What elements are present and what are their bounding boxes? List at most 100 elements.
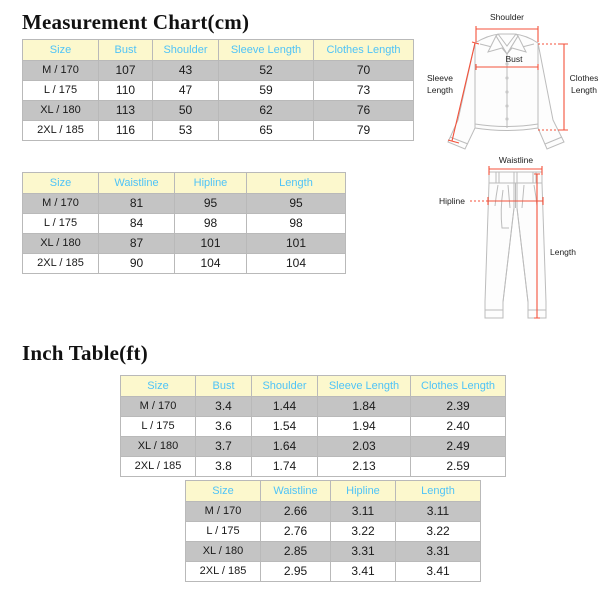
cell-length: 101 bbox=[246, 233, 346, 254]
cell-shoulder: 47 bbox=[152, 80, 219, 101]
cell-size: L / 175 bbox=[22, 80, 99, 101]
cell-size: 2XL / 185 bbox=[185, 561, 261, 582]
sleeve-length-label-line1: Sleeve bbox=[427, 73, 453, 83]
page-title-cm: Measurement Chart(cm) bbox=[22, 10, 250, 34]
cell-waistline: 87 bbox=[98, 233, 175, 254]
column-header-size: Size bbox=[120, 375, 196, 397]
measurement-table-cm-tops: Size Bust Shoulder Sleeve Length Clothes… bbox=[22, 39, 414, 141]
cell-hipline: 104 bbox=[174, 253, 247, 274]
cell-clothes-length: 2.49 bbox=[410, 436, 506, 457]
cell-clothes-length: 76 bbox=[313, 100, 414, 121]
cell-sleeve-length: 1.84 bbox=[317, 396, 411, 417]
cell-bust: 3.4 bbox=[195, 396, 252, 417]
cell-waistline: 81 bbox=[98, 193, 175, 214]
column-header-clothes-length: Clothes Length bbox=[313, 39, 414, 61]
cell-size: XL / 180 bbox=[22, 100, 99, 121]
cell-sleeve-length: 52 bbox=[218, 60, 314, 81]
column-header-sleeve-length: Sleeve Length bbox=[317, 375, 411, 397]
cell-clothes-length: 2.40 bbox=[410, 416, 506, 437]
measurement-table-ft-tops: Size Bust Shoulder Sleeve Length Clothes… bbox=[120, 375, 506, 477]
cell-sleeve-length: 65 bbox=[218, 120, 314, 141]
bust-label: Bust bbox=[505, 54, 523, 64]
table-row: L / 175 2.76 3.22 3.22 bbox=[185, 521, 481, 542]
shirt-button-icon bbox=[505, 76, 509, 80]
cell-clothes-length: 70 bbox=[313, 60, 414, 81]
cell-size: XL / 180 bbox=[120, 436, 196, 457]
table-row: 2XL / 185 2.95 3.41 3.41 bbox=[185, 561, 481, 582]
waistline-label: Waistline bbox=[499, 155, 533, 165]
table-row: M / 170 107 43 52 70 bbox=[22, 60, 414, 81]
cell-bust: 107 bbox=[98, 60, 153, 81]
cell-length: 3.11 bbox=[395, 501, 481, 522]
column-header-bust: Bust bbox=[98, 39, 153, 61]
column-header-hipline: Hipline bbox=[174, 172, 247, 194]
cell-length: 3.22 bbox=[395, 521, 481, 542]
cell-shoulder: 1.54 bbox=[251, 416, 318, 437]
sleeve-length-label-line2: Length bbox=[427, 85, 453, 95]
column-header-shoulder: Shoulder bbox=[152, 39, 219, 61]
cell-hipline: 3.22 bbox=[330, 521, 396, 542]
cell-sleeve-length: 62 bbox=[218, 100, 314, 121]
cell-sleeve-length: 2.13 bbox=[317, 456, 411, 477]
shirt-button-icon bbox=[505, 90, 509, 94]
cell-bust: 110 bbox=[98, 80, 153, 101]
table-row: M / 170 81 95 95 bbox=[22, 193, 346, 214]
cell-bust: 116 bbox=[98, 120, 153, 141]
cell-bust: 3.7 bbox=[195, 436, 252, 457]
cell-size: M / 170 bbox=[22, 60, 99, 81]
table-header-row: Size Waistline Hipline Length bbox=[185, 480, 481, 502]
cell-shoulder: 1.44 bbox=[251, 396, 318, 417]
cell-hipline: 95 bbox=[174, 193, 247, 214]
cell-length: 3.31 bbox=[395, 541, 481, 562]
cell-length: 98 bbox=[246, 213, 346, 234]
table-row: M / 170 3.4 1.44 1.84 2.39 bbox=[120, 396, 506, 417]
column-header-size: Size bbox=[22, 39, 99, 61]
cell-waistline: 2.76 bbox=[260, 521, 331, 542]
cell-size: XL / 180 bbox=[185, 541, 261, 562]
table-row: M / 170 2.66 3.11 3.11 bbox=[185, 501, 481, 522]
measurement-table-ft-bottoms: Size Waistline Hipline Length M / 170 2.… bbox=[185, 480, 481, 582]
cell-waistline: 2.66 bbox=[260, 501, 331, 522]
cell-size: 2XL / 185 bbox=[22, 253, 99, 274]
cell-shoulder: 53 bbox=[152, 120, 219, 141]
cell-clothes-length: 79 bbox=[313, 120, 414, 141]
cell-clothes-length: 73 bbox=[313, 80, 414, 101]
column-header-hipline: Hipline bbox=[330, 480, 396, 502]
cell-waistline: 2.85 bbox=[260, 541, 331, 562]
cell-waistline: 84 bbox=[98, 213, 175, 234]
cell-size: 2XL / 185 bbox=[22, 120, 99, 141]
column-header-sleeve-length: Sleeve Length bbox=[218, 39, 314, 61]
table-header-row: Size Bust Shoulder Sleeve Length Clothes… bbox=[120, 375, 506, 397]
cell-size: L / 175 bbox=[120, 416, 196, 437]
column-header-bust: Bust bbox=[195, 375, 252, 397]
cell-hipline: 3.31 bbox=[330, 541, 396, 562]
cell-sleeve-length: 2.03 bbox=[317, 436, 411, 457]
column-header-length: Length bbox=[246, 172, 346, 194]
length-label: Length bbox=[550, 247, 576, 257]
shoulder-label: Shoulder bbox=[490, 12, 524, 22]
cell-size: L / 175 bbox=[185, 521, 261, 542]
table-row: L / 175 84 98 98 bbox=[22, 213, 346, 234]
cell-hipline: 3.11 bbox=[330, 501, 396, 522]
cell-size: L / 175 bbox=[22, 213, 99, 234]
table-row: L / 175 3.6 1.54 1.94 2.40 bbox=[120, 416, 506, 437]
table-header-row: Size Waistline Hipline Length bbox=[22, 172, 346, 194]
table-row: L / 175 110 47 59 73 bbox=[22, 80, 414, 101]
table-row: 2XL / 185 3.8 1.74 2.13 2.59 bbox=[120, 456, 506, 477]
cell-hipline: 101 bbox=[174, 233, 247, 254]
cell-size: XL / 180 bbox=[22, 233, 99, 254]
cell-sleeve-length: 1.94 bbox=[317, 416, 411, 437]
cell-size: M / 170 bbox=[120, 396, 196, 417]
cell-length: 95 bbox=[246, 193, 346, 214]
shirt-button-icon bbox=[505, 104, 509, 108]
cell-clothes-length: 2.59 bbox=[410, 456, 506, 477]
table-row: XL / 180 87 101 101 bbox=[22, 233, 346, 254]
cell-waistline: 90 bbox=[98, 253, 175, 274]
cell-shoulder: 1.74 bbox=[251, 456, 318, 477]
cell-clothes-length: 2.39 bbox=[410, 396, 506, 417]
column-header-size: Size bbox=[185, 480, 261, 502]
pants-right-leg bbox=[516, 182, 547, 319]
cell-size: M / 170 bbox=[22, 193, 99, 214]
table-row: 2XL / 185 90 104 104 bbox=[22, 253, 346, 274]
column-header-shoulder: Shoulder bbox=[251, 375, 318, 397]
